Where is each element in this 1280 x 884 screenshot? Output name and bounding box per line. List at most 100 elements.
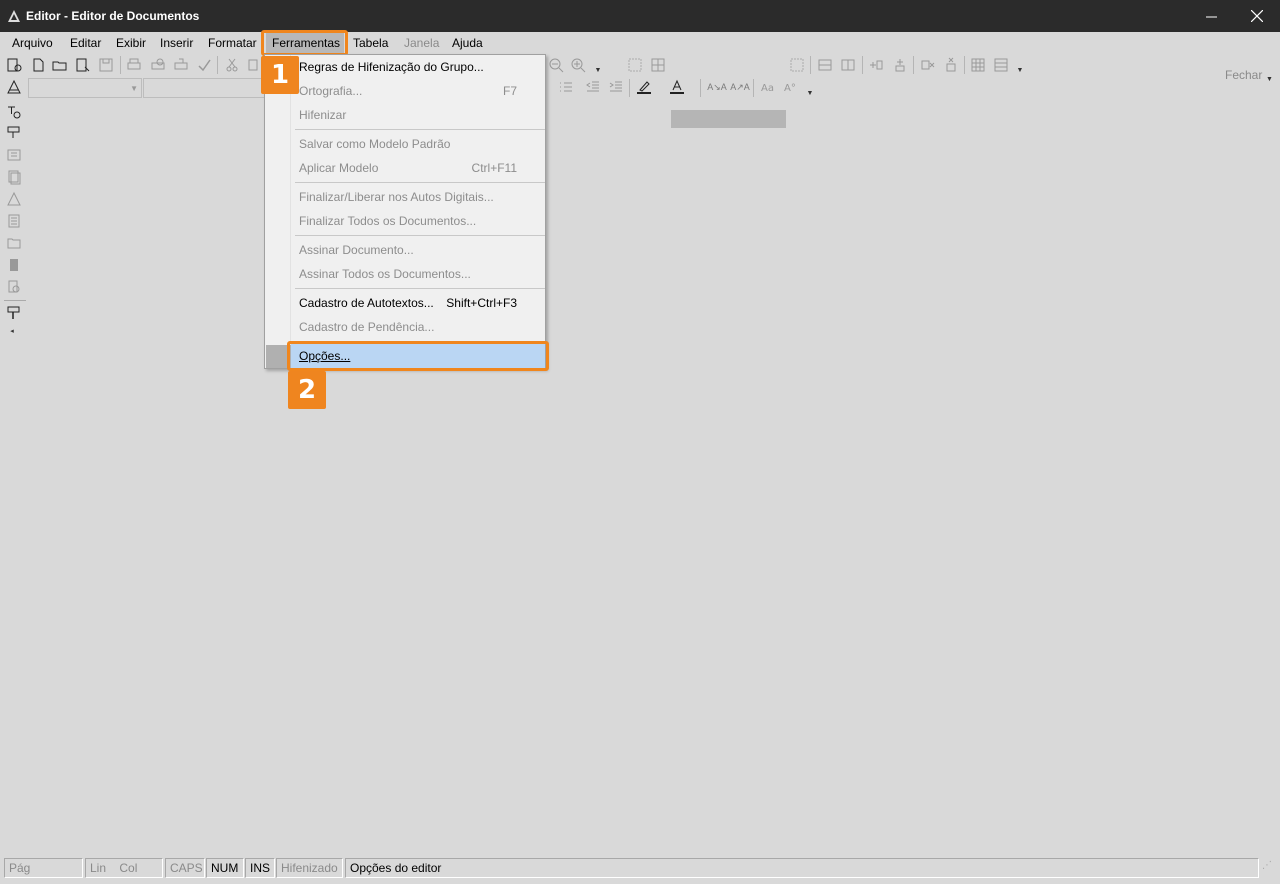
close-button[interactable] — [1234, 0, 1280, 32]
field-insert-icon[interactable] — [6, 124, 22, 140]
format-dropdown-icon[interactable]: ▼ — [802, 85, 818, 101]
menu-item-assinar-todos[interactable]: Assinar Todos os Documentos... — [291, 262, 545, 286]
menu-exibir[interactable]: Exibir — [116, 35, 146, 53]
table-properties-icon[interactable] — [993, 57, 1009, 73]
table-dropdown-icon[interactable]: ▼ — [1012, 62, 1028, 78]
menu-item-finalizar-liberar[interactable]: Finalizar/Liberar nos Autos Digitais... — [291, 185, 545, 209]
minimize-button[interactable] — [1188, 0, 1234, 32]
menu-item-cadastro-pendencia[interactable]: Cadastro de Pendência... — [291, 315, 545, 339]
status-message: Opções do editor — [345, 858, 1259, 878]
menu-item-ortografia[interactable]: Ortografia... F7 — [291, 79, 545, 103]
spellcheck-icon[interactable] — [196, 57, 212, 73]
status-hifenizado: Hifenizado — [276, 858, 343, 878]
menu-item-salvar-modelo[interactable]: Salvar como Modelo Padrão — [291, 132, 545, 156]
increase-indent-icon[interactable] — [608, 79, 624, 95]
save-icon[interactable] — [98, 57, 114, 73]
menu-inserir[interactable]: Inserir — [160, 35, 193, 53]
document-edit-icon[interactable] — [75, 57, 91, 73]
style-icon[interactable] — [6, 79, 22, 95]
numbered-list-icon[interactable] — [558, 79, 574, 95]
open-folder-icon[interactable] — [52, 57, 68, 73]
menu-item-regras-hifenizacao[interactable]: Regras de Hifenização do Grupo... — [291, 55, 545, 79]
format-painter-icon[interactable] — [6, 305, 22, 321]
insert-column-icon[interactable] — [892, 57, 908, 73]
toolbar-separator — [964, 56, 965, 74]
split-cells-icon[interactable] — [817, 57, 833, 73]
menu-bar: Arquivo Editar Exibir Inserir Formatar T… — [0, 32, 1280, 83]
insert-row-icon[interactable] — [868, 57, 884, 73]
menu-tabela[interactable]: Tabela — [353, 35, 388, 53]
print-preview-icon[interactable] — [150, 57, 166, 73]
svg-text:A°: A° — [784, 83, 796, 94]
app-icon — [6, 8, 22, 24]
step-1-badge: 1 — [261, 56, 299, 94]
menu-arquivo[interactable]: Arquivo — [12, 35, 53, 53]
style-combo[interactable]: ▼ — [28, 78, 142, 98]
cut-icon[interactable] — [224, 57, 240, 73]
font-size-down-icon[interactable]: A↘A — [707, 79, 727, 95]
chevron-down-icon: ▼ — [130, 84, 138, 93]
highlight-icon[interactable] — [636, 79, 652, 95]
text-cursor-icon[interactable] — [6, 104, 22, 120]
menu-item-aplicar-modelo[interactable]: Aplicar Modelo Ctrl+F11 — [291, 156, 545, 180]
left-toolbar: ◂ — [0, 102, 28, 342]
alert-document-icon[interactable] — [6, 191, 22, 207]
new-document-icon[interactable] — [6, 57, 22, 73]
status-bar: Pág Lin Col CAPS NUM INS Hifenizado Opçõ… — [0, 856, 1280, 884]
menu-ajuda[interactable]: Ajuda — [452, 35, 483, 53]
menu-gutter — [265, 55, 291, 368]
status-caps: CAPS — [165, 858, 205, 878]
status-lin-col: Lin Col — [85, 858, 163, 878]
zoom-dropdown-icon[interactable]: ▼ — [590, 62, 606, 78]
delete-column-icon[interactable] — [943, 57, 959, 73]
font-color-icon[interactable] — [669, 79, 685, 95]
menu-item-finalizar-todos[interactable]: Finalizar Todos os Documentos... — [291, 209, 545, 233]
table-format-icon[interactable] — [970, 57, 986, 73]
form-fields-icon[interactable] — [6, 147, 22, 163]
menu-item-hifenizar[interactable]: Hifenizar — [291, 103, 545, 127]
menu-separator — [295, 235, 545, 236]
menu-formatar[interactable]: Formatar — [208, 35, 257, 53]
folder-document-icon[interactable] — [6, 235, 22, 251]
table-dashed-icon[interactable] — [789, 57, 805, 73]
decrease-indent-icon[interactable] — [585, 79, 601, 95]
font-size-up-icon[interactable]: A↗A — [730, 79, 750, 95]
menu-separator — [295, 129, 545, 130]
table-grid-icon[interactable] — [650, 57, 666, 73]
print-setup-icon[interactable] — [173, 57, 189, 73]
case-change-icon[interactable]: Aa — [760, 79, 776, 95]
status-lin: Lin — [90, 861, 107, 875]
menu-editar[interactable]: Editar — [70, 35, 101, 53]
toolbar-separator — [862, 56, 863, 74]
menu-separator — [295, 288, 545, 289]
character-format-icon[interactable]: A° — [783, 79, 799, 95]
delete-row-icon[interactable] — [920, 57, 936, 73]
merge-cells-icon[interactable] — [840, 57, 856, 73]
zoom-in-icon[interactable] — [570, 57, 586, 73]
window-title: Editor - Editor de Documentos — [26, 9, 200, 23]
menu-janela[interactable]: Janela — [404, 35, 439, 53]
page-icon[interactable] — [6, 257, 22, 273]
menu-item-assinar-documento[interactable]: Assinar Documento... — [291, 238, 545, 262]
menu-separator — [295, 182, 545, 183]
blank-page-icon[interactable] — [30, 57, 46, 73]
documents-stack-icon[interactable] — [6, 169, 22, 185]
status-num: NUM — [206, 858, 244, 878]
menu-item-cadastro-autotextos[interactable]: Cadastro de Autotextos... Shift+Ctrl+F3 — [291, 291, 545, 315]
list-document-icon[interactable] — [6, 213, 22, 229]
left-toolbar-expand-icon[interactable]: ◂ — [4, 323, 20, 339]
toolbar-separator — [120, 56, 121, 74]
zoom-out-icon[interactable] — [548, 57, 564, 73]
copy-icon[interactable] — [246, 57, 262, 73]
resize-grip-icon[interactable]: ⋰ — [1262, 860, 1272, 871]
toolbar-separator — [217, 56, 218, 74]
toolbar-separator — [629, 79, 630, 97]
print-icon[interactable] — [126, 57, 142, 73]
table-borders-icon[interactable] — [627, 57, 643, 73]
title-bar: Editor - Editor de Documentos — [0, 0, 1280, 32]
search-document-icon[interactable] — [6, 279, 22, 295]
toolbar-separator — [810, 56, 811, 74]
toolbar: ▼ ▼ ▼ A↘A A↗A Aa A° ▼ — [0, 54, 1280, 128]
font-combo[interactable] — [143, 78, 265, 98]
toolbar-separator — [913, 56, 914, 74]
